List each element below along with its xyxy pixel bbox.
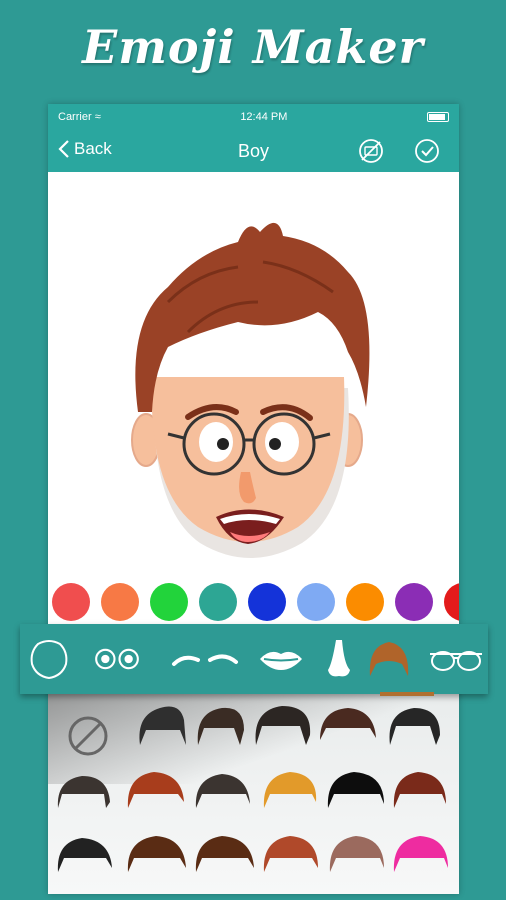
color-swatch-crimson[interactable] bbox=[444, 583, 459, 621]
face-shape-icon[interactable] bbox=[24, 634, 74, 684]
hair-style-row1-4[interactable] bbox=[255, 706, 311, 745]
color-swatch-purple[interactable] bbox=[395, 583, 433, 621]
status-bar: Carrier ≈ 12:44 PM bbox=[48, 104, 459, 130]
status-time: 12:44 PM bbox=[240, 111, 288, 123]
battery-icon bbox=[426, 112, 449, 122]
hair-style-row2-3[interactable] bbox=[195, 774, 250, 808]
hair-style-row2-6[interactable] bbox=[393, 772, 446, 808]
hair-style-row3-6[interactable] bbox=[393, 836, 448, 872]
color-swatch-teal[interactable] bbox=[199, 583, 237, 621]
eyes-icon[interactable] bbox=[92, 634, 142, 684]
lips-icon[interactable] bbox=[256, 634, 306, 684]
color-swatch-light-blue[interactable] bbox=[297, 583, 335, 621]
back-label: Back bbox=[74, 139, 112, 158]
checkmark-icon[interactable] bbox=[414, 138, 440, 164]
hair-style-row1-2[interactable] bbox=[139, 706, 186, 746]
back-button[interactable]: Back bbox=[58, 139, 112, 159]
hair-style-row3-4[interactable] bbox=[263, 836, 318, 872]
hair-style-row1-3[interactable] bbox=[197, 707, 244, 745]
hair-items bbox=[57, 706, 448, 872]
hair-style-row3-1[interactable] bbox=[57, 838, 112, 872]
carrier-label: Carrier ≈ bbox=[58, 111, 101, 123]
glasses-icon[interactable] bbox=[428, 634, 484, 684]
hair-style-row1-5[interactable] bbox=[320, 708, 376, 740]
color-palette bbox=[48, 580, 459, 624]
navigation-bar: Back Boy bbox=[48, 130, 459, 172]
carrier-text: Carrier bbox=[58, 111, 92, 123]
hair-style-row2-4[interactable] bbox=[263, 772, 317, 808]
promo-title: Emoji Maker bbox=[82, 20, 424, 74]
eyebrows-icon[interactable] bbox=[170, 634, 240, 684]
hair-style-row3-5[interactable] bbox=[329, 836, 384, 872]
color-swatch-orange[interactable] bbox=[101, 583, 139, 621]
hair-style-row2-5[interactable] bbox=[327, 772, 384, 808]
nose-icon[interactable] bbox=[314, 634, 364, 684]
chevron-left-icon bbox=[58, 140, 69, 158]
color-swatch-blue[interactable] bbox=[248, 583, 286, 621]
feature-toolbar bbox=[20, 624, 488, 696]
selected-tool-indicator bbox=[380, 692, 434, 696]
hair-style-row2-2[interactable] bbox=[127, 772, 184, 808]
hair-icon[interactable] bbox=[364, 634, 414, 684]
hair-style-row2-1[interactable] bbox=[57, 776, 110, 808]
emoji-face bbox=[131, 222, 370, 558]
color-swatch-red[interactable] bbox=[52, 583, 90, 621]
remove-ads-icon[interactable] bbox=[358, 138, 384, 164]
hair-style-row1-6[interactable] bbox=[389, 708, 441, 745]
color-swatch-amber[interactable] bbox=[346, 583, 384, 621]
wifi-icon: ≈ bbox=[94, 111, 101, 123]
hair-style-row3-2[interactable] bbox=[127, 836, 186, 872]
color-swatch-green[interactable] bbox=[150, 583, 188, 621]
hair-style-row3-3[interactable] bbox=[195, 836, 254, 872]
emoji-canvas[interactable] bbox=[48, 172, 459, 572]
